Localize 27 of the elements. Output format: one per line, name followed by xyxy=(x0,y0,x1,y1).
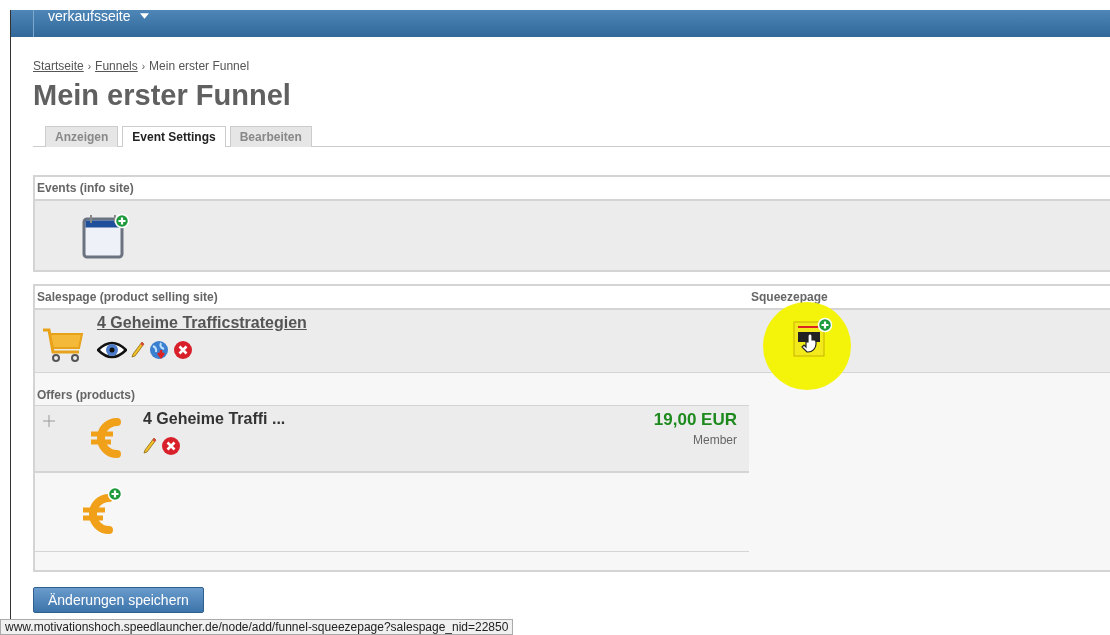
caret-icon xyxy=(140,13,150,19)
move-handle-icon[interactable] xyxy=(43,415,55,427)
breadcrumb-link[interactable]: Startseite xyxy=(33,59,84,73)
add-page-icon[interactable] xyxy=(790,316,834,360)
section-heading: Salespage (product selling site) xyxy=(37,290,219,304)
tab[interactable]: Event Settings xyxy=(122,126,226,147)
pencil-icon[interactable] xyxy=(143,436,157,456)
delete-icon[interactable] xyxy=(161,436,181,456)
salespage-link[interactable]: 4 Geheime Trafficstrategien xyxy=(97,314,307,331)
section-heading: Events (info site) xyxy=(37,181,134,195)
page-title: Mein erster Funnel xyxy=(33,79,292,112)
delete-icon[interactable] xyxy=(173,340,193,360)
breadcrumb-separator: › xyxy=(141,61,146,72)
offer-price: 19,00 EUR xyxy=(653,410,737,430)
status-bar-url: www.motivationshoch.speedlauncher.de/node/add/funnel-squeezepage?salespage_nid=22850 xyxy=(0,619,514,635)
menu-dropdown[interactable]: verkaufsseite xyxy=(48,10,150,24)
breadcrumb-separator: › xyxy=(87,61,92,72)
breadcrumb-current: Mein erster Funnel xyxy=(149,59,250,73)
offer-group: Member xyxy=(693,433,737,447)
pencil-icon[interactable] xyxy=(131,340,145,360)
section-heading: Squeezepage xyxy=(751,290,828,304)
globe-icon[interactable] xyxy=(149,340,169,360)
eye-icon[interactable] xyxy=(97,340,127,360)
breadcrumb-link[interactable]: Funnels xyxy=(95,59,138,73)
offer-name: 4 Geheime Traffi ... xyxy=(143,410,286,427)
save-button[interactable]: Änderungen speichern xyxy=(33,587,204,613)
section-heading: Offers (products) xyxy=(36,388,136,402)
